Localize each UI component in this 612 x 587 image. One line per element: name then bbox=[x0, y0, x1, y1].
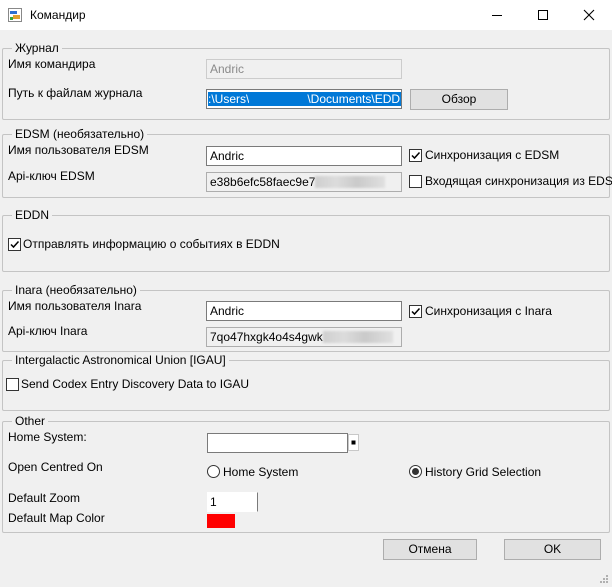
app-icon bbox=[8, 8, 22, 22]
home-system-field[interactable] bbox=[207, 433, 348, 453]
journal-path-label: Путь к файлам журнала bbox=[8, 86, 143, 100]
edsm-incoming-label[interactable]: Входящая синхронизация из EDSM bbox=[425, 174, 612, 188]
edsm-api-redacted bbox=[315, 176, 386, 188]
edsm-api-value: e38b6efc58faec9e7 bbox=[210, 175, 316, 189]
inara-sync-checkbox[interactable] bbox=[409, 305, 422, 318]
inara-api-label: Api-ключ Inara bbox=[8, 324, 88, 338]
maximize-button[interactable] bbox=[520, 0, 566, 30]
home-system-picker-button[interactable] bbox=[348, 434, 359, 451]
inara-api-field[interactable]: 7qo47hxgk4o4s4gwk bbox=[206, 327, 402, 347]
open-centred-label: Open Centred On bbox=[8, 460, 103, 474]
inara-user-label: Имя пользователя Inara bbox=[8, 299, 142, 313]
eddn-send-label[interactable]: Отправлять информацию о событиях в EDDN bbox=[23, 237, 280, 251]
default-map-color-label: Default Map Color bbox=[8, 511, 105, 525]
inara-user-field[interactable]: Andric bbox=[206, 301, 402, 321]
default-zoom-field[interactable]: 1 bbox=[207, 492, 258, 512]
minimize-icon bbox=[492, 15, 502, 16]
other-legend: Other bbox=[12, 414, 49, 428]
eddn-legend: EDDN bbox=[12, 208, 53, 222]
edsm-legend: EDSM (необязательно) bbox=[12, 127, 148, 141]
maximize-icon bbox=[538, 10, 548, 20]
commander-name-label: Имя командира bbox=[8, 57, 96, 71]
edsm-incoming-checkbox[interactable] bbox=[409, 175, 422, 188]
radio-home-system-label[interactable]: Home System bbox=[223, 465, 298, 479]
edsm-user-field[interactable]: Andric bbox=[206, 146, 402, 166]
close-icon bbox=[583, 9, 595, 21]
edsm-api-field[interactable]: e38b6efc58faec9e7 bbox=[206, 172, 402, 192]
radio-history-grid-label[interactable]: History Grid Selection bbox=[425, 465, 541, 479]
edsm-user-label: Имя пользователя EDSM bbox=[8, 143, 149, 157]
inara-api-redacted bbox=[322, 331, 393, 343]
inara-api-value: 7qo47hxgk4o4s4gwk bbox=[210, 330, 323, 344]
ellipsis-icon bbox=[351, 440, 356, 445]
radio-history-grid[interactable] bbox=[409, 465, 422, 478]
igau-send-label[interactable]: Send Codex Entry Discovery Data to IGAU bbox=[21, 377, 249, 391]
journal-path-redacted bbox=[249, 92, 308, 106]
default-map-color-swatch[interactable] bbox=[207, 514, 235, 528]
igau-send-checkbox[interactable] bbox=[6, 378, 19, 391]
journal-path-end: \Documents\EDDB bbox=[307, 92, 401, 106]
journal-legend: Журнал bbox=[12, 41, 62, 55]
home-system-label: Home System: bbox=[8, 430, 87, 444]
window-title: Командир bbox=[30, 8, 86, 22]
igau-legend: Intergalactic Astronomical Union [IGAU] bbox=[12, 353, 229, 367]
commander-name-field[interactable]: Andric bbox=[206, 59, 402, 79]
close-button[interactable] bbox=[566, 0, 612, 30]
cancel-button[interactable]: Отмена bbox=[383, 539, 477, 560]
checkmark-icon bbox=[10, 240, 20, 249]
inara-legend: Inara (необязательно) bbox=[12, 283, 140, 297]
minimize-button[interactable] bbox=[474, 0, 520, 30]
radio-selected-dot bbox=[412, 468, 419, 475]
inara-sync-label[interactable]: Синхронизация с Inara bbox=[425, 304, 552, 318]
checkmark-icon bbox=[411, 151, 421, 160]
eddn-send-checkbox[interactable] bbox=[8, 238, 21, 251]
edsm-api-label: Api-ключ EDSM bbox=[8, 169, 95, 183]
ok-button[interactable]: OK bbox=[504, 539, 601, 560]
browse-button[interactable]: Обзор bbox=[410, 89, 508, 110]
default-zoom-label: Default Zoom bbox=[8, 491, 81, 505]
journal-path-field[interactable]: :\Users\ \Documents\EDDB bbox=[206, 89, 402, 109]
checkmark-icon bbox=[411, 307, 421, 316]
title-bar: Командир bbox=[0, 0, 612, 30]
resize-grip-icon[interactable] bbox=[598, 573, 610, 585]
radio-home-system[interactable] bbox=[207, 465, 220, 478]
journal-path-start: :\Users\ bbox=[208, 92, 250, 106]
edsm-sync-label[interactable]: Синхронизация с EDSM bbox=[425, 148, 559, 162]
edsm-sync-checkbox[interactable] bbox=[409, 149, 422, 162]
